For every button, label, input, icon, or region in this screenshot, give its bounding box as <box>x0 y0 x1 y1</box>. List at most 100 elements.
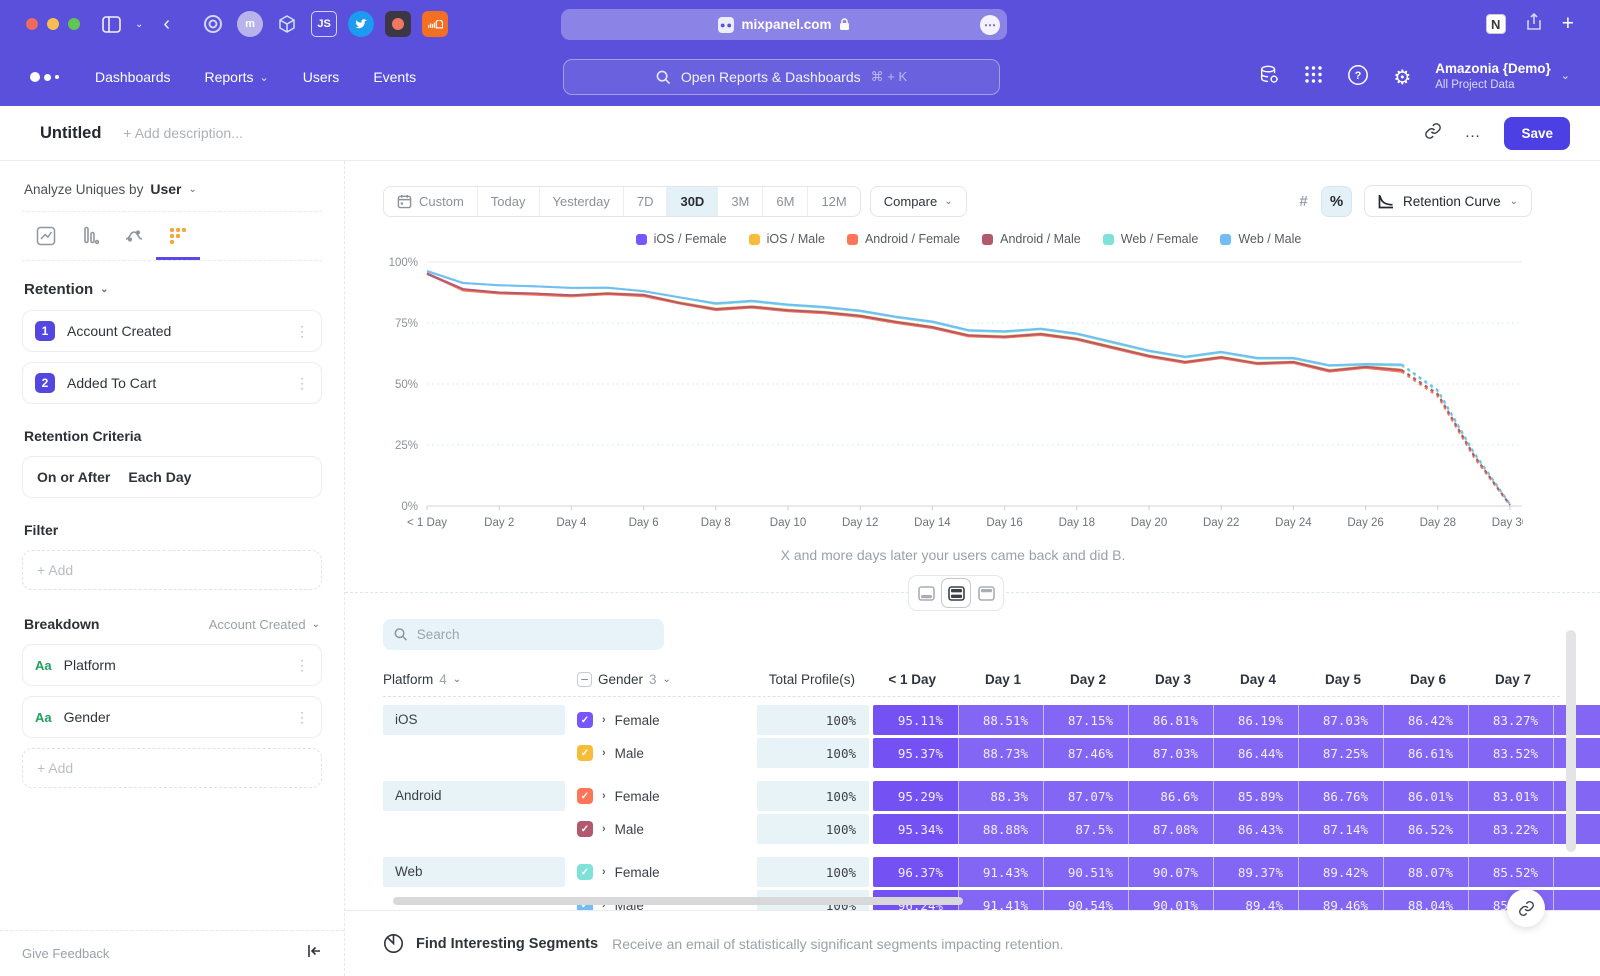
range-3m[interactable]: 3M <box>718 187 763 216</box>
retention-value-cell[interactable]: 89.37% <box>1213 857 1298 887</box>
retention-value-cell[interactable]: 95.37% <box>873 738 958 768</box>
add-filter-button[interactable]: + Add <box>22 550 322 590</box>
step-kebab-icon[interactable]: ⋮ <box>295 375 309 392</box>
retention-value-cell[interactable]: 83.22% <box>1468 814 1553 844</box>
close-window-button[interactable] <box>26 18 38 30</box>
report-title[interactable]: Untitled <box>40 124 101 143</box>
gender-cell[interactable]: ✓ › Male <box>577 814 757 844</box>
retention-value-cell[interactable]: 83.27% <box>1468 705 1553 735</box>
retention-value-cell[interactable]: 86.01% <box>1383 781 1468 811</box>
retention-value-cell[interactable]: 88.3% <box>958 781 1043 811</box>
retention-value-cell[interactable]: 95.29% <box>873 781 958 811</box>
report-description-placeholder[interactable]: + Add description... <box>123 125 242 141</box>
apps-grid-icon[interactable] <box>1304 65 1323 89</box>
retention-value-cell[interactable]: 86.42% <box>1383 705 1468 735</box>
retention-value-cell[interactable]: 95.11% <box>873 705 958 735</box>
legend-item[interactable]: Android / Male <box>982 232 1081 246</box>
legend-item[interactable]: Android / Female <box>847 232 960 246</box>
breakdown-kebab-icon[interactable]: ⋮ <box>295 709 309 726</box>
retention-value-cell[interactable]: 83.01% <box>1468 781 1553 811</box>
layout-table-only-button[interactable] <box>971 578 1001 608</box>
legend-item[interactable]: iOS / Male <box>749 232 825 246</box>
range-yesterday[interactable]: Yesterday <box>540 187 624 216</box>
retention-value-cell[interactable]: 88.51% <box>958 705 1043 735</box>
retention-value-cell[interactable]: 83.52% <box>1468 738 1553 768</box>
retention-value-cell[interactable]: 86.81% <box>1128 705 1213 735</box>
tab-retention[interactable] <box>156 226 200 260</box>
help-icon[interactable]: ? <box>1347 64 1369 91</box>
platform-column-header[interactable]: Platform 4 ⌄ <box>383 672 565 687</box>
series-checkbox[interactable]: ✓ <box>577 745 593 761</box>
add-breakdown-button[interactable]: + Add <box>22 748 322 788</box>
range-30d[interactable]: 30D <box>667 187 718 216</box>
nav-link-events[interactable]: Events <box>373 69 416 85</box>
gender-cell[interactable]: ✓ › Female <box>577 705 757 735</box>
gender-cell[interactable]: ✓ › Female <box>577 781 757 811</box>
tab-flows[interactable] <box>112 226 156 260</box>
retention-criteria-control[interactable]: On or After Each Day <box>22 456 322 498</box>
retention-section-label[interactable]: Retention <box>24 281 93 298</box>
breakdown-item-platform[interactable]: Aa Platform ⋮ <box>22 644 322 686</box>
retention-value-cell[interactable]: 91.43% <box>958 857 1043 887</box>
retention-value-cell[interactable]: 90.51% <box>1043 857 1128 887</box>
notion-app-icon[interactable]: N <box>1486 14 1506 34</box>
minimize-window-button[interactable] <box>47 18 59 30</box>
nav-link-reports[interactable]: Reports⌄ <box>205 69 269 85</box>
retention-value-cell[interactable]: 88.04% <box>1383 890 1468 910</box>
range-12m[interactable]: 12M <box>808 187 859 216</box>
retention-value-cell[interactable]: 90.07% <box>1128 857 1213 887</box>
criteria-value-1[interactable]: On or After <box>37 469 110 485</box>
expand-row-icon[interactable]: › <box>602 866 606 878</box>
retention-value-cell[interactable]: 89.4% <box>1213 890 1298 910</box>
retention-value-cell[interactable]: 89.42% <box>1298 857 1383 887</box>
vertical-scrollbar[interactable] <box>1566 630 1576 852</box>
criteria-value-2[interactable]: Each Day <box>128 469 191 485</box>
expand-row-icon[interactable]: › <box>602 823 606 835</box>
retention-value-cell-clipped[interactable] <box>1553 857 1600 887</box>
copy-link-icon[interactable] <box>1424 122 1442 145</box>
extension-bird-icon[interactable] <box>348 11 374 37</box>
platform-cell[interactable]: Android <box>383 781 565 811</box>
extension-soundcloud-icon[interactable] <box>422 11 448 37</box>
retention-value-cell-clipped[interactable] <box>1553 890 1600 910</box>
analyze-value-dropdown[interactable]: User <box>150 181 181 197</box>
retention-value-cell[interactable]: 88.07% <box>1383 857 1468 887</box>
settings-gear-icon[interactable]: ⚙ <box>1393 65 1411 90</box>
account-switcher[interactable]: Amazonia {Demo} All Project Data ⌄ <box>1435 61 1570 92</box>
new-tab-icon[interactable]: + <box>1562 12 1574 36</box>
retention-value-cell[interactable]: 95.34% <box>873 814 958 844</box>
tab-insights[interactable] <box>24 226 68 260</box>
platform-cell[interactable]: Web <box>383 857 565 887</box>
retention-value-cell[interactable]: 96.37% <box>873 857 958 887</box>
table-search-input[interactable] <box>417 627 653 642</box>
retention-value-cell[interactable]: 87.03% <box>1298 705 1383 735</box>
series-checkbox[interactable]: ✓ <box>577 864 593 880</box>
layout-chart-only-button[interactable] <box>911 578 941 608</box>
range-today[interactable]: Today <box>478 187 540 216</box>
retention-chart[interactable]: 100%75%50%25%0%< 1 DayDay 2Day 4Day 6Day… <box>383 250 1600 545</box>
address-bar[interactable]: ●● mixpanel.com ⋯ <box>561 9 1007 40</box>
retention-value-cell[interactable]: 86.6% <box>1128 781 1213 811</box>
extension-target-icon[interactable] <box>200 11 226 37</box>
gender-cell[interactable]: ✓ › Female <box>577 857 757 887</box>
nav-link-users[interactable]: Users <box>303 69 340 85</box>
mixpanel-logo-icon[interactable] <box>30 72 59 82</box>
retention-value-cell[interactable]: 87.25% <box>1298 738 1383 768</box>
back-icon[interactable]: ‹ <box>163 13 170 36</box>
extension-avatar-icon[interactable]: m <box>237 11 263 37</box>
breakdown-kebab-icon[interactable]: ⋮ <box>295 657 309 674</box>
retention-value-cell[interactable]: 86.61% <box>1383 738 1468 768</box>
series-checkbox[interactable]: ✓ <box>577 821 593 837</box>
tab-chevron-icon[interactable]: ⌄ <box>135 19 143 30</box>
find-segments-title[interactable]: Find Interesting Segments <box>416 936 598 952</box>
retention-step-2[interactable]: 2 Added To Cart ⋮ <box>22 362 322 404</box>
give-feedback-link[interactable]: Give Feedback <box>22 946 109 961</box>
platform-cell[interactable]: iOS <box>383 705 565 735</box>
select-all-checkbox[interactable] <box>577 672 592 687</box>
legend-item[interactable]: iOS / Female <box>636 232 727 246</box>
retention-value-cell[interactable]: 88.88% <box>958 814 1043 844</box>
legend-item[interactable]: Web / Female <box>1103 232 1199 246</box>
retention-value-cell-clipped[interactable] <box>1553 781 1600 811</box>
tab-funnels[interactable] <box>68 226 112 260</box>
extension-js-icon[interactable]: JS <box>311 11 337 37</box>
